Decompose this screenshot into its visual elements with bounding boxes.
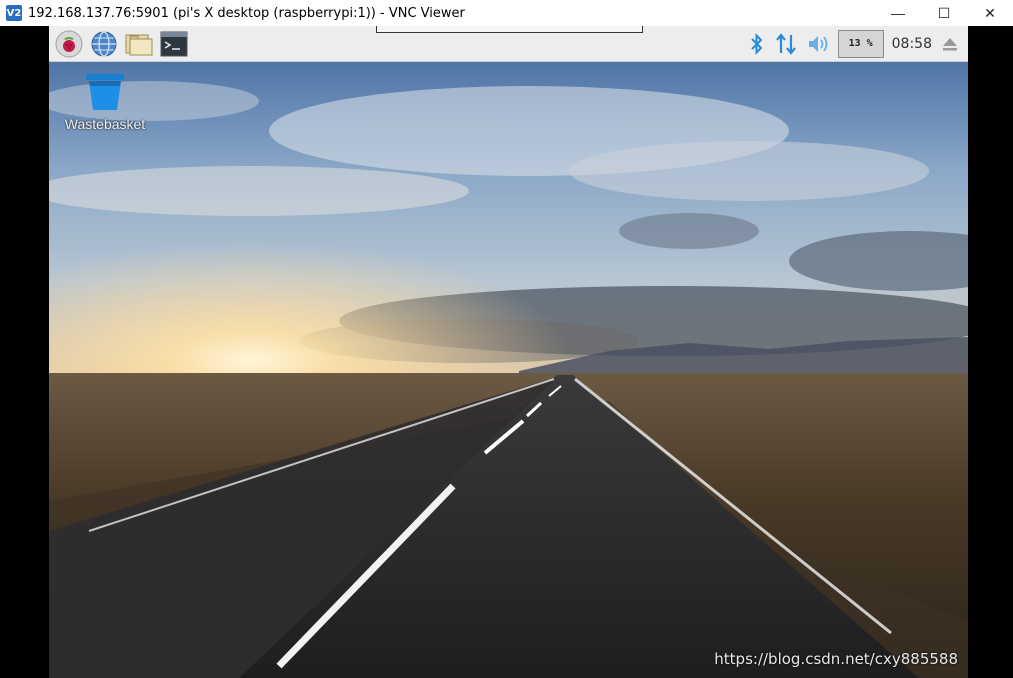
clock[interactable]: 08:58 <box>892 36 932 52</box>
window-title: 192.168.137.76:5901 (pi's X desktop (ras… <box>28 5 465 21</box>
vnc-toolbar-tab[interactable] <box>376 26 643 33</box>
window-titlebar[interactable]: V2 192.168.137.76:5901 (pi's X desktop (… <box>0 0 1013 26</box>
volume-icon[interactable] <box>806 32 830 56</box>
raspberry-menu-icon[interactable] <box>54 29 84 59</box>
file-manager-icon[interactable] <box>124 29 154 59</box>
terminal-icon[interactable] <box>159 29 189 59</box>
desktop-icon-wastebasket[interactable]: Wastebasket <box>59 72 151 132</box>
eject-icon[interactable] <box>940 34 960 54</box>
bluetooth-icon[interactable] <box>748 32 766 56</box>
window-controls: — ☐ ✕ <box>875 0 1013 26</box>
desktop-icon-label: Wastebasket <box>64 116 146 132</box>
web-browser-icon[interactable] <box>89 29 119 59</box>
minimize-button[interactable]: — <box>875 0 921 26</box>
remote-desktop[interactable]: 13 % 08:58 Wastebasket https://blog.csdn… <box>49 26 968 678</box>
maximize-button[interactable]: ☐ <box>921 0 967 26</box>
cpu-usage-monitor[interactable]: 13 % <box>837 29 884 58</box>
desktop-wallpaper <box>49 61 968 678</box>
vnc-viewer-app-icon: V2 <box>6 5 22 21</box>
close-button[interactable]: ✕ <box>967 0 1013 26</box>
system-tray: 13 % 08:58 <box>748 26 968 61</box>
network-icon[interactable] <box>774 32 798 56</box>
trash-icon <box>86 74 124 110</box>
watermark-text: https://blog.csdn.net/cxy885588 <box>714 650 958 668</box>
